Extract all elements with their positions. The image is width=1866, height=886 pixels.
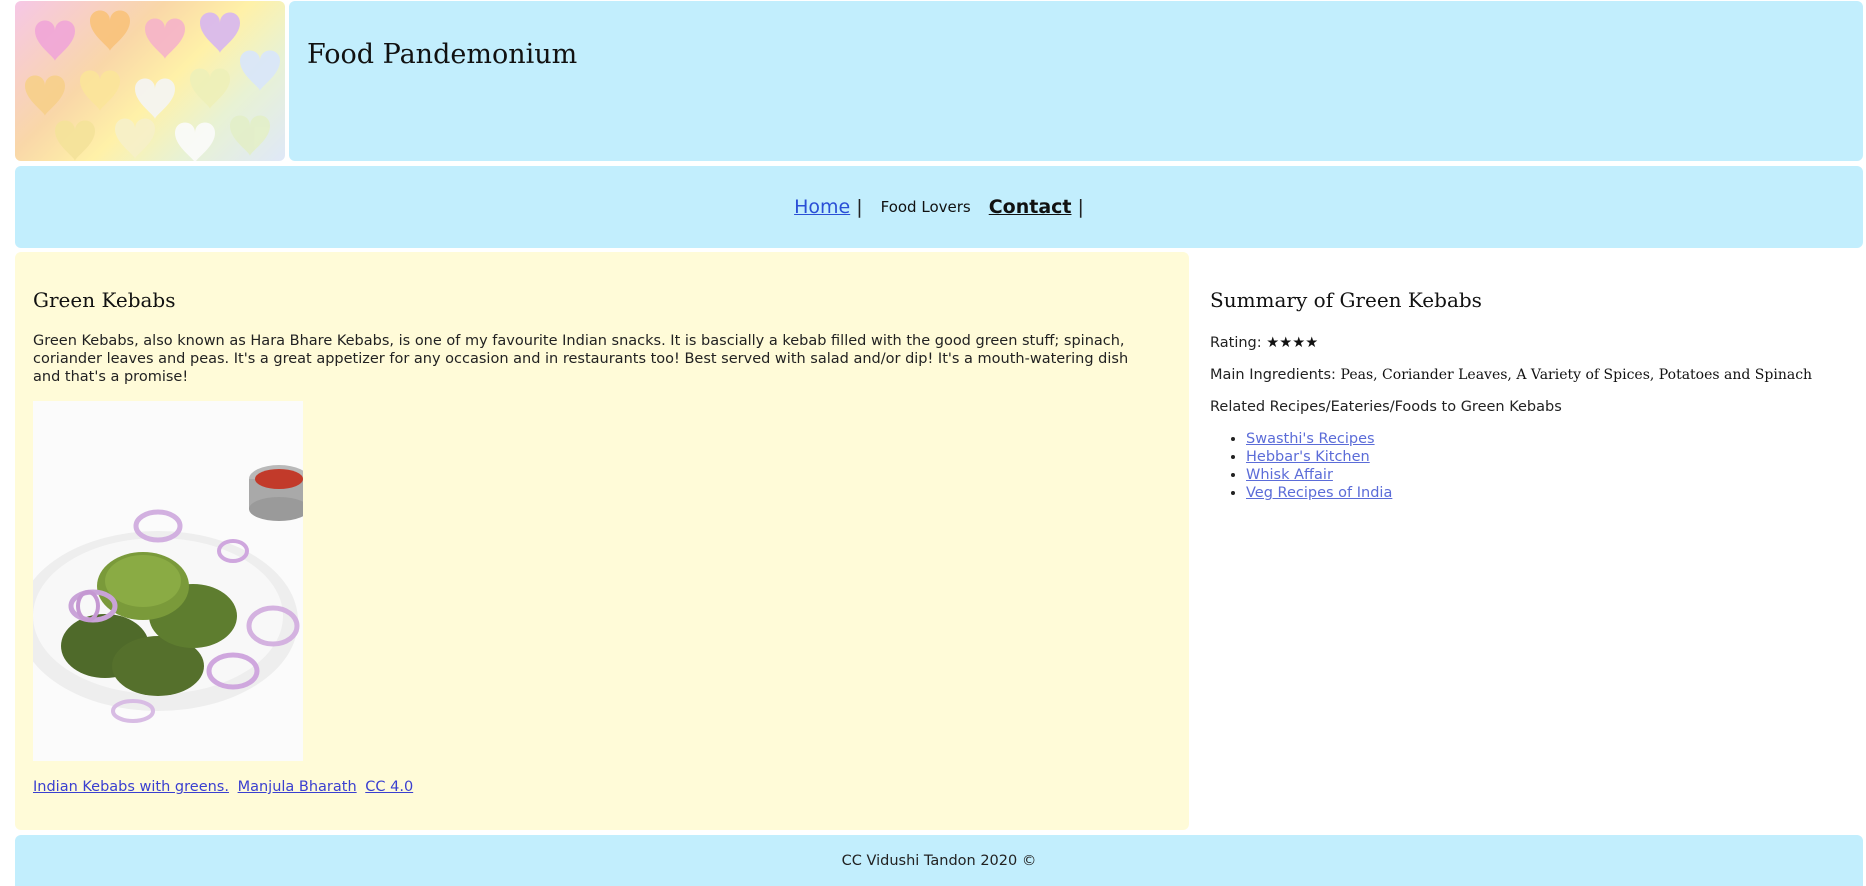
related-link[interactable]: Whisk Affair — [1246, 467, 1333, 483]
main-nav: Home | Food Lovers Contact | — [15, 166, 1863, 248]
related-link[interactable]: Veg Recipes of India — [1246, 485, 1392, 501]
related-label: Related Recipes/Eateries/Foods to Green … — [1210, 399, 1562, 415]
list-item: Hebbar's Kitchen — [1246, 448, 1392, 466]
image-author-link[interactable]: Manjula Bharath — [238, 779, 357, 795]
footer-text: CC Vidushi Tandon 2020 © — [841, 852, 1037, 869]
nav-food-lovers-label: Food Lovers — [880, 198, 971, 216]
list-item: Veg Recipes of India — [1246, 484, 1392, 502]
nav-separator: | — [856, 196, 863, 218]
article-heading: Green Kebabs — [33, 288, 176, 312]
related-links-list: Swasthi's Recipes Hebbar's Kitchen Whisk… — [1210, 430, 1392, 502]
footer: CC Vidushi Tandon 2020 © — [15, 835, 1863, 886]
image-license-link[interactable]: CC 4.0 — [365, 779, 413, 795]
article-intro: Green Kebabs, also known as Hara Bhare K… — [33, 333, 1129, 385]
rating-stars: ★★★★ — [1266, 335, 1319, 351]
list-item: Whisk Affair — [1246, 466, 1392, 484]
image-credits: Indian Kebabs with greens. Manjula Bhara… — [33, 779, 417, 795]
summary-aside: Summary of Green Kebabs Rating: ★★★★ Mai… — [1210, 252, 1850, 830]
green-kebabs-photo — [33, 401, 303, 761]
image-title-link[interactable]: Indian Kebabs with greens. — [33, 779, 229, 795]
article-section: Green Kebabs Green Kebabs, also known as… — [15, 252, 1189, 830]
summary-heading: Summary of Green Kebabs — [1210, 288, 1482, 312]
rating-label: Rating: — [1210, 335, 1262, 351]
related-link[interactable]: Hebbar's Kitchen — [1246, 449, 1370, 465]
nav-home-link[interactable]: Home — [794, 196, 850, 218]
ingredients-value: Peas, Coriander Leaves, A Variety of Spi… — [1340, 367, 1813, 383]
list-item: Swasthi's Recipes — [1246, 430, 1392, 448]
related-link[interactable]: Swasthi's Recipes — [1246, 431, 1375, 447]
rating-row: Rating: ★★★★ — [1210, 335, 1318, 351]
header-logo-image — [15, 1, 285, 161]
site-title: Food Pandemonium — [307, 39, 578, 70]
nav-separator: | — [1077, 196, 1084, 218]
nav-contact-link[interactable]: Contact — [989, 196, 1072, 218]
ingredients-row: Main Ingredients: Peas, Coriander Leaves… — [1210, 367, 1812, 383]
ingredients-label: Main Ingredients: — [1210, 367, 1336, 383]
header-title-box: Food Pandemonium — [289, 1, 1863, 161]
